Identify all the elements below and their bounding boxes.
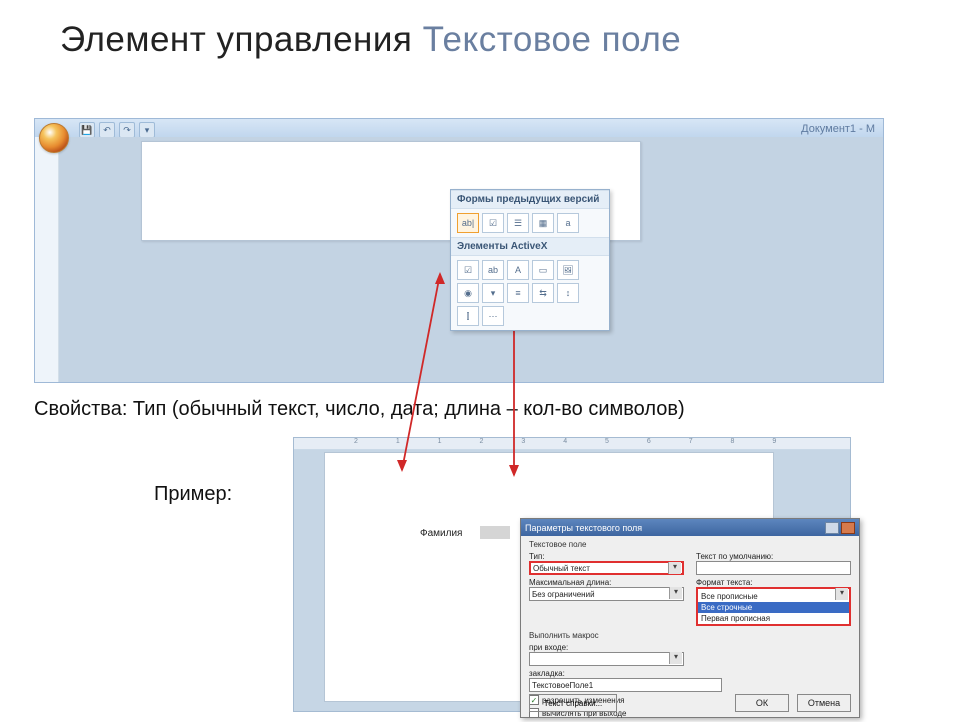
bookmark-input[interactable]: ТекстовоеПоле1: [529, 678, 722, 692]
ax-checkbox[interactable]: ☑: [457, 260, 479, 280]
example-document: 2 1 1 2 3 4 5 6 7 8 9 Фамилия Параметры …: [293, 437, 851, 712]
help-icon[interactable]: [825, 522, 839, 534]
ok-button[interactable]: ОК: [735, 694, 789, 712]
word-window: 💾 ↶ ↷ ▾ Документ1 - M Главная Вставка Ра…: [34, 118, 884, 383]
textfield-options-dialog: Параметры текстового поля Текстовое поле…: [520, 518, 860, 718]
format-combo[interactable]: Все прописные Все строчные Первая пропис…: [696, 587, 851, 626]
format-opt-upper[interactable]: Все прописные: [698, 591, 849, 602]
section-macro: Выполнить макрос: [529, 631, 851, 640]
doc-title: Документ1 - M: [801, 123, 875, 135]
type-combo[interactable]: Обычный текст: [529, 561, 684, 575]
format-opt-first[interactable]: Первая прописная: [698, 613, 849, 624]
default-input[interactable]: [696, 561, 851, 575]
example-label: Пример:: [154, 483, 232, 506]
mini-ruler: 2 1 1 2 3 4 5 6 7 8 9: [294, 438, 850, 450]
redo-icon[interactable]: ↷: [119, 122, 135, 138]
cancel-button[interactable]: Отмена: [797, 694, 851, 712]
ax-textbox[interactable]: ab: [482, 260, 504, 280]
ax-image[interactable]: 🖼: [557, 260, 579, 280]
vertical-ruler: [35, 137, 59, 382]
entry-label: при входе:: [529, 643, 684, 652]
maxlen-combo[interactable]: Без ограничений: [529, 587, 684, 601]
ax-toggle[interactable]: ⇆: [532, 283, 554, 303]
type-label: Тип:: [529, 552, 684, 561]
save-icon[interactable]: 💾: [79, 122, 95, 138]
ax-option[interactable]: ◉: [457, 283, 479, 303]
dialog-titlebar[interactable]: Параметры текстового поля: [521, 519, 859, 536]
ax-scrollbar[interactable]: ⫿: [457, 306, 479, 326]
shade-legacy-button[interactable]: a: [557, 213, 579, 233]
qat-more-icon[interactable]: ▾: [139, 122, 155, 138]
frame-legacy-button[interactable]: ▦: [532, 213, 554, 233]
format-label: Формат текста:: [696, 578, 851, 587]
mini-field-label: Фамилия: [420, 528, 462, 539]
default-label: Текст по умолчанию:: [696, 552, 851, 561]
ax-more[interactable]: ⋯: [482, 306, 504, 326]
mini-page: Фамилия Параметры текстового поля Тексто…: [324, 452, 774, 702]
dropdown-legacy-button[interactable]: ☰: [507, 213, 529, 233]
ax-button[interactable]: ▭: [532, 260, 554, 280]
bookmark-label: закладка:: [529, 669, 851, 678]
ax-list[interactable]: ≡: [507, 283, 529, 303]
office-button[interactable]: [39, 123, 69, 153]
dialog-title: Параметры текстового поля: [525, 523, 642, 533]
help-text-button[interactable]: Текст справки...: [529, 694, 617, 712]
undo-icon[interactable]: ↶: [99, 122, 115, 138]
legacy-forms-header: Формы предыдущих версий: [451, 190, 609, 209]
format-opt-lower[interactable]: Все строчные: [698, 602, 849, 613]
legacy-tools-popup: Формы предыдущих версий ab| ☑ ☰ ▦ a Элем…: [450, 189, 610, 331]
ax-spin[interactable]: ↕: [557, 283, 579, 303]
slide-title: Элемент управления Текстовое поле: [0, 0, 960, 66]
ax-label[interactable]: A: [507, 260, 529, 280]
maxlen-label: Максимальная длина:: [529, 578, 684, 587]
entry-combo[interactable]: [529, 652, 684, 666]
properties-note: Свойства: Тип (обычный текст, число, дат…: [34, 398, 685, 421]
close-icon[interactable]: [841, 522, 855, 534]
section-textfield: Текстовое поле: [529, 540, 851, 549]
mini-textfield[interactable]: [480, 526, 510, 539]
checkbox-legacy-button[interactable]: ☑: [482, 213, 504, 233]
ax-combo[interactable]: ▾: [482, 283, 504, 303]
activex-header: Элементы ActiveX: [451, 237, 609, 256]
textfield-legacy-button[interactable]: ab|: [457, 213, 479, 233]
